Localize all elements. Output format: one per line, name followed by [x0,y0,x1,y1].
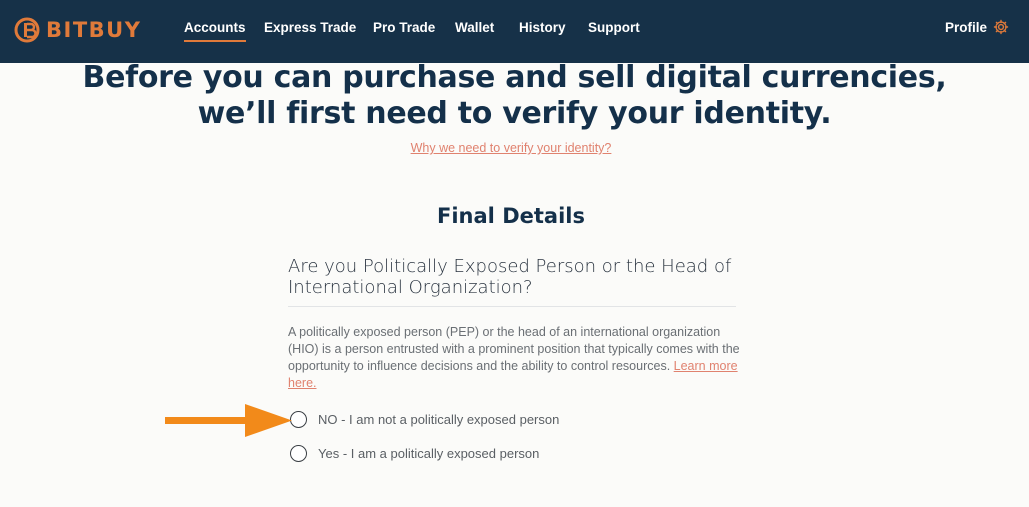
nav-item-express-trade[interactable]: Express Trade [264,20,356,35]
bitbuy-logo[interactable]: BITBUY [14,13,141,47]
profile-label: Profile [944,19,987,35]
nav-item-pro-trade[interactable]: Pro Trade [373,20,435,35]
question-line-2: International Organization? [288,277,533,298]
pep-question: Are you Politically Exposed Person or th… [288,256,748,298]
arrow-right-icon [165,404,292,437]
option-no-pep[interactable]: NO - I am not a politically exposed pers… [290,411,559,428]
option-no-pep-label: NO - I am not a politically exposed pers… [318,412,560,427]
option-yes-pep-label: Yes - I am a politically exposed person [318,446,540,461]
nav-item-wallet[interactable]: Wallet [455,20,494,35]
profile-menu[interactable]: Profile [945,19,1009,35]
nav-item-history[interactable]: History [519,20,566,35]
radio-yes-pep[interactable] [290,445,307,462]
pep-description-text: A politically exposed person (PEP) or th… [288,325,740,373]
why-verify-link[interactable]: Why we need to verify your identity? [0,141,1022,155]
page-headline: Before you can purchase and sell digital… [0,60,1029,132]
top-navbar: BITBUY Accounts Express Trade Pro Trade … [0,0,1029,63]
headline-line-2: we’ll first need to verify your identity… [197,96,832,131]
option-yes-pep[interactable]: Yes - I am a politically exposed person [290,445,539,462]
radio-no-pep[interactable] [290,411,307,428]
divider [288,306,736,307]
bitbuy-logo-icon [14,17,40,43]
nav-item-support[interactable]: Support [588,20,640,35]
brand-name: BITBUY [46,18,142,42]
headline-line-1: Before you can purchase and sell digital… [82,60,947,95]
question-line-1: Are you Politically Exposed Person or th… [288,256,732,277]
nav-item-accounts[interactable]: Accounts [184,20,246,42]
gear-icon [993,19,1009,35]
pep-description: A politically exposed person (PEP) or th… [288,324,740,392]
section-title: Final Details [437,204,585,228]
